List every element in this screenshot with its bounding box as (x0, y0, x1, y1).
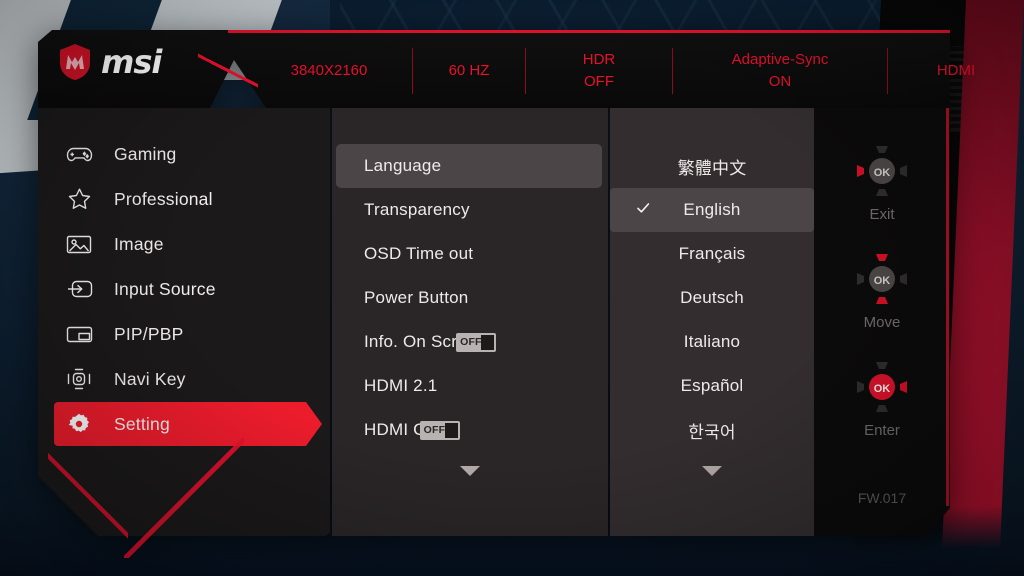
firmware-version: FW.017 (857, 490, 907, 506)
settings-item-language[interactable]: Language (332, 144, 608, 188)
svg-text:OK: OK (874, 167, 891, 179)
osd-red-accent-bottom-right (124, 438, 244, 558)
nav-hint-label: Move (863, 314, 901, 331)
status-adaptive-sync-value: ON (768, 73, 792, 90)
sidebar-item-label: PIP/PBP (114, 323, 184, 344)
sidebar-item-label: Input Source (114, 278, 216, 299)
msi-wordmark: msi (101, 43, 162, 81)
toggle-state-label: OFF (423, 424, 446, 436)
status-adaptive-sync: Adaptive-Sync ON (673, 49, 887, 93)
nav-hint-label: Exit (869, 206, 895, 223)
language-item-korean[interactable]: 한국어 (610, 408, 814, 452)
status-refresh-value: 60 HZ (448, 62, 490, 80)
star-icon (64, 184, 94, 214)
status-hdr-value: OFF (584, 73, 614, 90)
sidebar-item-professional[interactable]: Professional (38, 177, 330, 221)
toggle-knob (444, 422, 458, 438)
settings-menu: Language Transparency OSD Time out Power… (332, 108, 608, 536)
checkmark-icon (637, 203, 650, 213)
settings-item-label: Transparency (364, 200, 470, 219)
status-input-value: HDMI (936, 62, 976, 80)
osd-body: Gaming Professional Image Input Source P… (38, 108, 950, 558)
nav-hint-exit: OK Exit (814, 140, 950, 223)
language-item-label: Italiano (683, 332, 741, 351)
svg-text:OK: OK (874, 275, 891, 287)
status-refresh-rate: 60 HZ (413, 60, 525, 82)
settings-item-transparency[interactable]: Transparency (332, 188, 608, 232)
status-hdr: HDR OFF (526, 49, 672, 93)
msi-logo: msi (58, 43, 162, 81)
sidebar-item-input-source[interactable]: Input Source (38, 267, 330, 311)
gear-icon (64, 409, 94, 439)
navi-key-updown-icon: OK (857, 254, 907, 304)
nav-hint-move: OK Move (814, 248, 950, 331)
osd-header-red-line (228, 30, 950, 33)
language-item-english[interactable]: English (610, 188, 814, 232)
sidebar-item-label: Setting (114, 413, 170, 434)
toggle-state-label: OFF (460, 336, 482, 348)
osd-panel: msi 3840X2160 60 HZ HDR OFF Adaptive-Syn… (38, 28, 975, 558)
sidebar-item-label: Professional (114, 188, 213, 209)
navi-key-left-icon: OK (857, 146, 907, 196)
hdmi-cec-toggle[interactable]: OFF (419, 420, 460, 440)
settings-item-hdmi-21[interactable]: HDMI 2.1 (332, 364, 608, 408)
settings-item-label: HDMI 2.1 (364, 376, 438, 395)
status-resolution-value: 3840X2160 (290, 62, 368, 80)
msi-dragon-shield-icon (60, 44, 90, 80)
split-screen-icon (64, 319, 94, 349)
nav-hint-label: Enter (864, 422, 900, 439)
osd-red-accent-bottom-left (48, 438, 128, 548)
gamepad-icon (64, 139, 94, 169)
info-on-screen-toggle[interactable]: OFF (456, 332, 497, 352)
settings-item-label: Power Button (364, 288, 469, 307)
settings-item-hdmi-cec[interactable]: HDMI CEC OFF (332, 408, 608, 452)
picture-icon (64, 229, 94, 259)
language-scroll-down-icon[interactable] (702, 466, 722, 476)
nav-hints: OK Exit OK Move OK Enter FW.017 (814, 108, 950, 536)
settings-scroll-down-icon[interactable] (460, 466, 480, 476)
svg-text:OK: OK (874, 383, 891, 395)
toggle-knob (481, 334, 495, 350)
status-resolution: 3840X2160 (246, 60, 412, 82)
sidebar-item-navi-key[interactable]: Navi Key (38, 357, 330, 401)
sidebar-item-image[interactable]: Image (38, 222, 330, 266)
language-item-spanish[interactable]: Español (610, 364, 814, 408)
navi-key-ok-icon: OK (857, 362, 907, 412)
osd-red-edge-right (946, 108, 949, 506)
sidebar-item-pip-pbp[interactable]: PIP/PBP (38, 312, 330, 356)
settings-item-info-on-screen[interactable]: Info. On Screen OFF (332, 320, 608, 364)
status-hdr-title: HDR (582, 51, 616, 69)
language-item-label: 한국어 (688, 422, 736, 442)
status-input: HDMI (888, 60, 1024, 82)
sidebar-item-label: Image (114, 233, 164, 254)
language-item-french[interactable]: Français (610, 232, 814, 276)
settings-item-label: OSD Time out (364, 244, 474, 263)
language-item-traditional-chinese[interactable]: 繁體中文 (610, 144, 814, 188)
language-menu: 繁體中文 English Français Deutsch Italiano E… (610, 108, 814, 536)
language-item-label: 繁體中文 (677, 158, 747, 178)
settings-item-label: Language (364, 156, 442, 175)
status-adaptive-sync-title: Adaptive-Sync (731, 51, 829, 69)
nav-hint-enter: OK Enter (814, 356, 950, 439)
settings-item-osd-time-out[interactable]: OSD Time out (332, 232, 608, 276)
sidebar-item-gaming[interactable]: Gaming (38, 132, 330, 176)
sidebar-item-label: Gaming (114, 143, 177, 164)
input-arrow-icon (64, 274, 94, 304)
language-item-label: English (683, 200, 741, 219)
language-item-italian[interactable]: Italiano (610, 320, 814, 364)
status-bar: 3840X2160 60 HZ HDR OFF Adaptive-Sync ON… (246, 40, 975, 102)
language-item-german[interactable]: Deutsch (610, 276, 814, 320)
language-item-label: Deutsch (680, 288, 744, 307)
dpad-icon (64, 364, 94, 394)
sidebar-item-label: Navi Key (114, 368, 186, 389)
language-item-label: Français (678, 244, 746, 263)
osd-screenshot: msi 3840X2160 60 HZ HDR OFF Adaptive-Syn… (0, 0, 1024, 576)
language-item-label: Español (680, 376, 744, 395)
settings-item-power-button[interactable]: Power Button (332, 276, 608, 320)
